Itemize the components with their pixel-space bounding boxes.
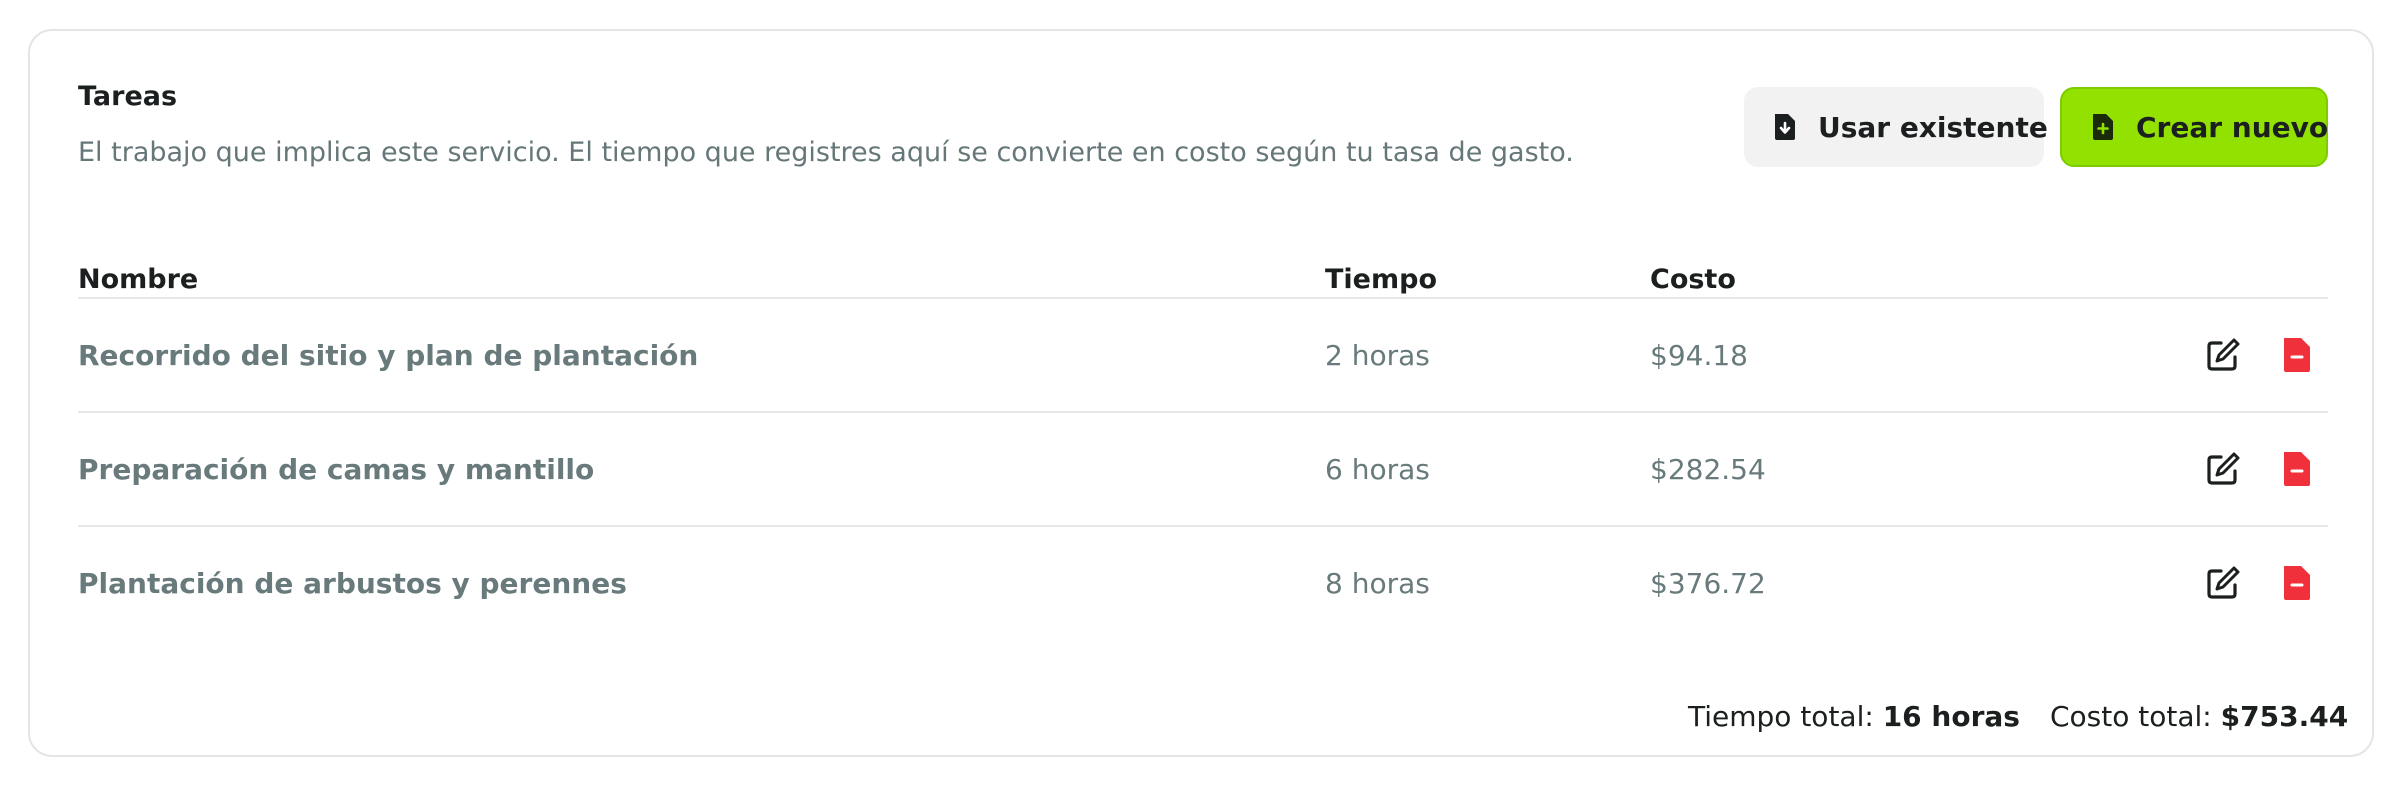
task-time: 2 horas xyxy=(1325,338,1430,372)
total-time-label: Tiempo total: xyxy=(1688,700,1874,733)
table-row: Preparación de camas y mantillo 6 horas … xyxy=(30,413,2376,525)
file-minus-icon[interactable] xyxy=(2278,564,2316,602)
section-title: Tareas xyxy=(78,81,178,112)
total-cost-label: Costo total: xyxy=(2050,700,2212,733)
task-name: Preparación de camas y mantillo xyxy=(78,452,595,486)
task-name: Recorrido del sitio y plan de plantación xyxy=(78,338,699,372)
column-header-time: Tiempo xyxy=(1325,264,1437,295)
total-time: Tiempo total: 16 horas xyxy=(1688,703,2020,731)
column-header-cost: Costo xyxy=(1650,264,1736,295)
file-download-icon xyxy=(1775,114,1795,140)
table-row: Plantación de arbustos y perennes 8 hora… xyxy=(30,527,2376,639)
file-minus-icon[interactable] xyxy=(2278,336,2316,374)
edit-icon[interactable] xyxy=(2204,450,2242,488)
task-cost: $282.54 xyxy=(1650,452,1766,486)
edit-icon[interactable] xyxy=(2204,336,2242,374)
total-cost: Costo total: $753.44 xyxy=(2050,703,2348,731)
task-time: 6 horas xyxy=(1325,452,1430,486)
file-minus-icon[interactable] xyxy=(2278,450,2316,488)
tasks-card: Tareas El trabajo que implica este servi… xyxy=(28,29,2374,757)
total-cost-value: $753.44 xyxy=(2220,700,2349,733)
column-header-name: Nombre xyxy=(78,264,199,295)
total-time-value: 16 horas xyxy=(1882,700,2020,733)
table-row: Recorrido del sitio y plan de plantación… xyxy=(30,299,2376,411)
edit-icon[interactable] xyxy=(2204,564,2242,602)
task-name: Plantación de arbustos y perennes xyxy=(78,566,627,600)
section-description: El trabajo que implica este servicio. El… xyxy=(78,137,1574,168)
create-new-label: Crear nuevo xyxy=(2136,110,2329,144)
task-cost: $94.18 xyxy=(1650,338,1748,372)
use-existing-button[interactable]: Usar existente xyxy=(1744,87,2048,167)
file-plus-icon xyxy=(2093,114,2113,140)
create-new-button[interactable]: Crear nuevo xyxy=(2060,87,2328,167)
use-existing-label: Usar existente xyxy=(1818,110,2048,144)
task-cost: $376.72 xyxy=(1650,566,1766,600)
task-time: 8 horas xyxy=(1325,566,1430,600)
